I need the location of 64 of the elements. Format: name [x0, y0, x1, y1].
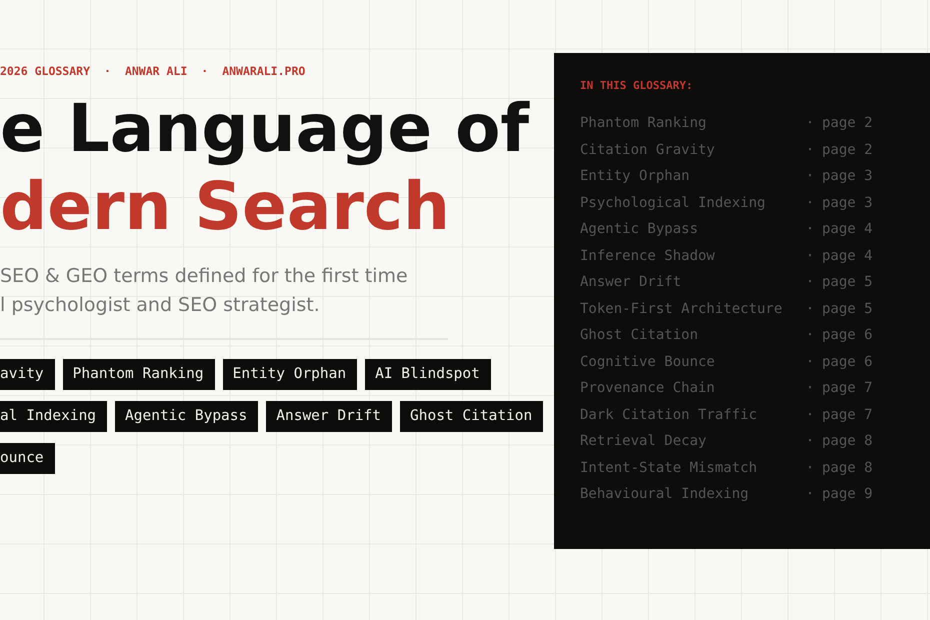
- term-tag: avity: [0, 359, 55, 390]
- page-number: page 4: [822, 248, 874, 264]
- page-number: page 4: [822, 221, 874, 238]
- separator-dot: ·: [804, 194, 816, 211]
- term-text: Intent-State Mismatch: [580, 460, 758, 476]
- headline: e Language of: [0, 90, 531, 168]
- meta-text: ANWAR ALI: [124, 64, 188, 78]
- separator-dot: ·: [804, 327, 816, 344]
- subtitle-text: SEO & GEO terms defined for the first time: [0, 264, 409, 289]
- meta-text: 2026 GLOSSARY: [0, 64, 90, 78]
- term-tag: ounce: [0, 443, 55, 474]
- separator-dot: ·: [804, 274, 816, 290]
- page-number: page 5: [822, 300, 874, 317]
- meta-text: ·: [201, 64, 208, 78]
- separator-dot: ·: [804, 354, 816, 370]
- term-text: Phantom Ranking: [580, 115, 708, 132]
- term-text: Inference Shadow: [580, 248, 716, 264]
- separator-dot: ·: [804, 168, 816, 184]
- term-text: Ghost Citation: [580, 327, 700, 344]
- separator-dot: ·: [804, 142, 816, 158]
- page-number: page 6: [822, 327, 874, 344]
- term-tag: Answer Drift: [266, 401, 392, 432]
- separator-dot: ·: [804, 115, 816, 132]
- separator-dot: ·: [804, 221, 816, 238]
- term-text: Behavioural Indexing: [580, 486, 750, 502]
- term-text: Agentic Bypass: [580, 221, 700, 238]
- page-number: page 7: [822, 406, 874, 423]
- page-number: page 3: [822, 168, 874, 184]
- page-number: page 7: [822, 380, 874, 396]
- term-text: Dark Citation Traffic: [580, 406, 758, 423]
- page-number: page 8: [822, 460, 874, 476]
- meta-text: ·: [104, 64, 111, 78]
- page-number: page 9: [822, 486, 874, 502]
- subtitle-text: l psychologist and SEO strategist.: [0, 293, 321, 318]
- separator-dot: ·: [804, 248, 816, 264]
- term-text: Entity Orphan: [580, 168, 691, 184]
- separator-dot: ·: [804, 433, 816, 450]
- term-text: Provenance Chain: [580, 380, 716, 396]
- separator-dot: ·: [804, 380, 816, 396]
- term-text: Citation Gravity: [580, 142, 716, 158]
- page-number: page 3: [822, 194, 874, 211]
- term-text: Token-First Architecture: [580, 300, 784, 317]
- panel-heading: IN THIS GLOSSARY:: [580, 79, 694, 92]
- term-tag: Phantom Ranking: [62, 359, 215, 390]
- term-tag: Entity Orphan: [222, 359, 358, 390]
- page-number: page 8: [822, 433, 874, 450]
- page-number: page 2: [822, 115, 874, 132]
- term-text: Retrieval Decay: [580, 433, 708, 450]
- headline: dern Search: [0, 168, 452, 246]
- separator-dot: ·: [804, 406, 816, 423]
- page-number: page 5: [822, 274, 874, 290]
- term-text: Cognitive Bounce: [580, 354, 716, 370]
- separator-dot: ·: [804, 300, 816, 317]
- term-text: Answer Drift: [580, 274, 682, 290]
- separator-dot: ·: [804, 460, 816, 476]
- term-tag: al Indexing: [0, 401, 108, 432]
- term-text: Psychological Indexing: [580, 194, 766, 211]
- term-tag: AI Blindspot: [365, 359, 491, 390]
- term-tag: Agentic Bypass: [115, 401, 258, 432]
- separator-dot: ·: [804, 486, 816, 502]
- page-number: page 6: [822, 354, 874, 370]
- page-number: page 2: [822, 142, 874, 158]
- term-tag: Ghost Citation: [400, 401, 544, 432]
- meta-text: ANWARALI.PRO: [222, 64, 306, 78]
